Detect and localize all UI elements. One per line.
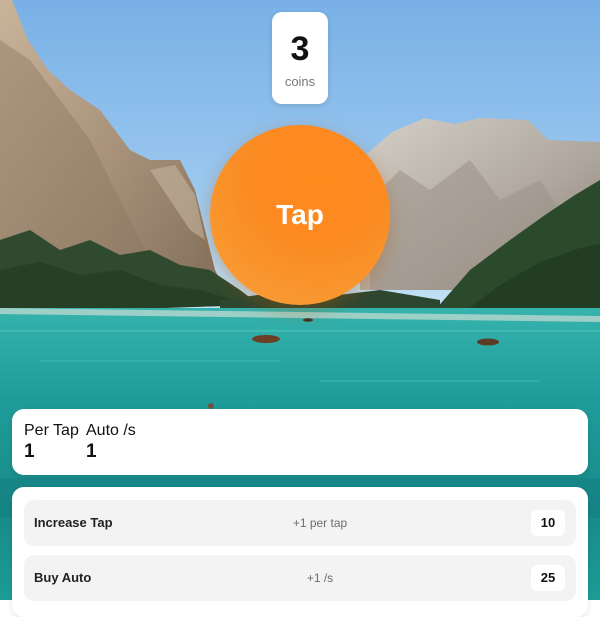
- stat-label-auto: Auto /s: [86, 422, 136, 439]
- stat-auto-per-second: Auto /s 1: [86, 421, 136, 463]
- stat-label-per-tap: Per Tap: [24, 422, 79, 439]
- shop-item-cost-badge: 10: [531, 510, 565, 536]
- shop-panel: Increase Tap +1 per tap 10 Buy Auto +1 /…: [12, 487, 588, 617]
- stat-value-per-tap: 1: [24, 441, 35, 462]
- stats-panel: Per Tap 1 Auto /s 1: [12, 409, 588, 475]
- coin-unit-label: coins: [284, 74, 316, 89]
- stat-value-auto: 1: [86, 441, 97, 462]
- shop-item-increase-tap[interactable]: Increase Tap +1 per tap 10: [24, 500, 576, 546]
- shop-item-buy-auto[interactable]: Buy Auto +1 /s 25: [24, 555, 576, 601]
- shop-item-description: +1 per tap: [292, 516, 348, 530]
- shop-item-name: Increase Tap: [34, 515, 113, 530]
- shop-item-description: +1 /s: [306, 571, 334, 585]
- shop-item-name: Buy Auto: [34, 570, 92, 585]
- coin-counter: 3 coins: [272, 12, 328, 104]
- shop-item-cost-badge: 25: [531, 565, 565, 591]
- stat-per-tap: Per Tap 1: [24, 421, 79, 463]
- tap-button[interactable]: Tap: [210, 125, 390, 305]
- coin-count: 3: [290, 30, 310, 68]
